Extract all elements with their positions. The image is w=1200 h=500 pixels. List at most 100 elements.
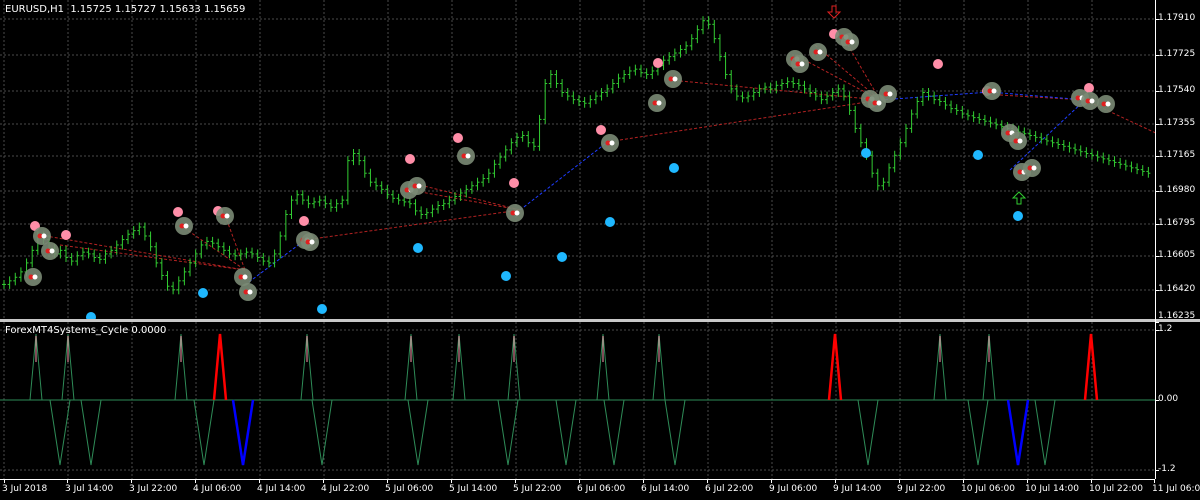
time-label: 5 Jul 14:00 [449,484,498,494]
trade-order-marker [416,183,422,189]
cycle-trough [857,399,879,466]
price-label: 1.16605 [1158,250,1196,260]
cycle-trough [555,399,577,466]
indicator-panel[interactable]: ForexMT4Systems_Cycle 0.0000 [0,322,1157,479]
trade-order-marker [609,140,615,146]
time-label: 4 Jul 06:00 [193,484,242,494]
sell-signal-dot [299,216,309,226]
trade-order-marker [799,61,805,67]
time-label: 9 Jul 22:00 [897,484,946,494]
buy-signal-dot [501,271,511,281]
trade-order-marker [309,239,315,245]
buy-signal-dot [669,163,679,173]
price-chart[interactable] [0,0,1161,322]
buy-signal-dot [973,150,983,160]
time-label: 6 Jul 14:00 [641,484,690,494]
trade-order-marker [514,210,520,216]
trade-order-marker [656,100,662,106]
cycle-trough [1034,399,1056,466]
trade-order-marker [1031,165,1037,171]
time-label: 6 Jul 06:00 [577,484,626,494]
trade-order-marker [876,100,882,106]
price-label: 1.16235 [1158,311,1196,321]
symbol-timeframe: EURUSD,H1 [5,4,65,15]
trade-order-marker [224,213,230,219]
trade-order-marker [849,39,855,45]
trade-order-marker [465,153,471,159]
trade-order-marker [41,233,47,239]
time-label: 11 Jul 06:00 [1152,484,1200,494]
cycle-trough [407,399,429,466]
cycle-trough [193,399,215,466]
cycle-trough [49,399,71,466]
trade-order-marker [1089,98,1095,104]
cycle-trough [1006,399,1030,466]
cycle-trough [497,399,519,466]
up-arrow-icon [1011,191,1027,205]
buy-signal-dot [317,304,327,314]
chart-symbol-label: EURUSD,H1 1.15725 1.15727 1.15633 1.1565… [5,4,245,15]
cycle-peak [212,333,228,401]
price-label: 1.16980 [1158,185,1196,195]
time-label: 4 Jul 14:00 [257,484,306,494]
trade-order-marker [991,88,997,94]
time-label: 3 Jul 14:00 [65,484,114,494]
sell-signal-dot [933,59,943,69]
trade-order-marker [672,76,678,82]
time-label: 9 Jul 14:00 [833,484,882,494]
trade-order-marker [887,91,893,97]
indicator-level-label: 1.2 [1158,324,1173,334]
buy-signal-dot [605,217,615,227]
cycle-indicator-chart[interactable] [0,322,1157,479]
trade-order-marker [32,274,38,280]
cycle-peak [1083,333,1099,401]
cycle-trough [967,399,989,466]
indicator-level-label: -1.2 [1158,464,1176,474]
cycle-trough [311,399,333,466]
time-label: 5 Jul 06:00 [385,484,434,494]
price-label: 1.16795 [1158,218,1196,228]
time-label: 9 Jul 06:00 [769,484,818,494]
sell-signal-dot [509,178,519,188]
indicator-level-label: 0.00 [1158,394,1179,404]
trade-order-marker [49,248,55,254]
sell-signal-dot [653,58,663,68]
time-label: 10 Jul 22:00 [1089,484,1143,494]
cycle-peak [827,333,843,401]
cycle-trough [80,399,102,466]
sell-signal-dot [61,230,71,240]
trade-line [989,91,1086,101]
price-label: 1.17725 [1158,49,1196,59]
ohlc-values: 1.15725 1.15727 1.15633 1.15659 [70,4,246,15]
trade-order-marker [1017,138,1023,144]
trade-line [59,244,246,271]
cycle-trough [664,399,686,466]
cycle-trough [603,399,625,466]
trade-order-marker [817,49,823,55]
time-label: 3 Jul 2018 [2,484,48,494]
sell-signal-dot [453,133,463,143]
buy-signal-dot [86,312,96,322]
time-label: 10 Jul 06:00 [961,484,1015,494]
buy-signal-dot [198,288,208,298]
buy-signal-dot [861,148,871,158]
sell-signal-dot [596,125,606,135]
sell-signal-dot [173,207,183,217]
mt4-chart-window[interactable]: EURUSD,H1 1.15725 1.15727 1.15633 1.1565… [0,0,1200,500]
buy-signal-dot [1013,211,1023,221]
price-label: 1.17355 [1158,118,1196,128]
price-label: 1.17540 [1158,85,1196,95]
price-chart-panel[interactable]: EURUSD,H1 1.15725 1.15727 1.15633 1.1565… [0,0,1161,322]
buy-signal-dot [413,243,423,253]
price-label: 1.17165 [1158,150,1196,160]
time-axis-line [0,479,1155,480]
time-label: 5 Jul 22:00 [513,484,562,494]
trade-order-marker [1105,101,1111,107]
trade-order-marker [242,274,248,280]
time-label: 6 Jul 22:00 [705,484,754,494]
price-label: 1.17910 [1158,13,1196,23]
trade-order-marker [247,289,253,295]
trade-line [39,234,246,271]
buy-signal-dot [557,252,567,262]
trade-line [304,209,521,241]
